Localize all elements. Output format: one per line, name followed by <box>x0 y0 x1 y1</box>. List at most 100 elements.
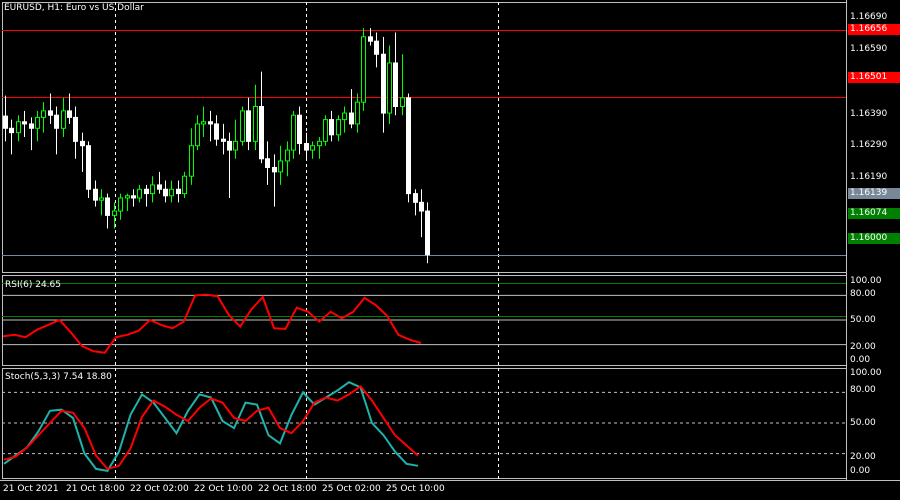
time-axis-label: 21 Oct 18:00 <box>66 484 125 494</box>
rsi-axis-label: 80.00 <box>850 289 876 299</box>
stoch-axis-label: 0.00 <box>850 466 871 476</box>
candle-body <box>73 116 78 142</box>
candle-body <box>387 62 392 114</box>
candle-body <box>406 97 411 195</box>
candle-body <box>355 101 360 125</box>
price-axis-label: 1.16590 <box>850 44 888 54</box>
candle-body <box>157 184 162 190</box>
pane-border <box>2 2 847 273</box>
candle-body <box>137 188 142 199</box>
price-axis-label: 1.16390 <box>850 109 888 119</box>
price-axis-label: 1.16190 <box>850 172 888 182</box>
candle-body <box>189 145 194 177</box>
candle-body <box>16 121 21 134</box>
candle-body <box>195 123 200 147</box>
candle-body <box>163 188 168 197</box>
candle-body <box>317 140 322 147</box>
resistance-price-tag: 1.16501 <box>848 72 900 83</box>
candle-body <box>400 97 405 108</box>
candle-body <box>323 119 328 142</box>
candle-body <box>259 106 264 160</box>
support-price-tag: 1.16000 <box>848 233 900 244</box>
candle-body <box>253 106 258 142</box>
candle-body <box>419 201 424 212</box>
candle-body <box>201 121 206 125</box>
candle-body <box>150 184 155 195</box>
bid-price-tag: 1.16139 <box>848 188 900 199</box>
support-price-tag: 1.16074 <box>848 208 900 219</box>
stoch-axis-label: 80.00 <box>850 385 876 395</box>
candle-body <box>48 110 53 116</box>
stoch-axis-label: 100.00 <box>850 368 882 378</box>
rsi-axis-label: 100.00 <box>850 276 882 286</box>
stoch-axis-label: 50.00 <box>850 418 876 428</box>
candle-body <box>361 36 366 103</box>
price-axis-label: 1.16690 <box>850 12 888 22</box>
candle-body <box>368 36 373 42</box>
candle-body <box>80 140 85 147</box>
candle-body <box>22 121 27 125</box>
candle-body <box>349 112 354 125</box>
rsi-pane[interactable] <box>2 293 846 354</box>
candle-body <box>285 149 290 162</box>
rsi-axis-label: 0.00 <box>850 355 871 365</box>
time-axis-label: 25 Oct 10:00 <box>386 484 445 494</box>
stoch-pane[interactable] <box>2 381 846 473</box>
time-axis-label: 21 Oct 2021 <box>3 484 59 494</box>
candle-body <box>297 114 302 145</box>
chart-title: EURUSD, H1: Euro vs US Dollar <box>4 3 144 13</box>
candle-body <box>118 197 123 212</box>
stoch-title: Stoch(5,3,3) 7.54 18.80 <box>5 372 112 382</box>
time-axis-label: 22 Oct 10:00 <box>194 484 253 494</box>
stoch-main-line <box>3 381 419 473</box>
candle-body <box>425 210 430 256</box>
candle-body <box>214 123 219 140</box>
candle-body <box>208 121 213 125</box>
candle-body <box>265 158 270 168</box>
candle-body <box>99 197 104 201</box>
candle-body <box>240 110 245 142</box>
candle-body <box>112 210 117 216</box>
candle-body <box>125 195 130 199</box>
candle-body <box>41 110 46 118</box>
rsi-title: RSI(6) 24.65 <box>5 280 61 290</box>
time-axis-label: 22 Oct 02:00 <box>130 484 189 494</box>
candle-body <box>246 110 251 142</box>
resistance-price-tag: 1.16656 <box>848 24 900 35</box>
time-axis-label: 25 Oct 02:00 <box>322 484 381 494</box>
price-axis-label: 1.16290 <box>850 140 888 150</box>
candle-body <box>221 138 226 142</box>
rsi-axis-label: 50.00 <box>850 315 876 325</box>
candles-group[interactable] <box>3 28 430 264</box>
candle-body <box>304 143 309 151</box>
candle-body <box>3 115 8 129</box>
vertical-grid-lines <box>115 2 499 480</box>
rsi-line <box>2 293 422 354</box>
candle-body <box>393 62 398 108</box>
candle-body <box>227 140 232 151</box>
stoch-signal-line <box>3 384 419 471</box>
candle-body <box>131 195 136 199</box>
candle-body <box>336 119 341 136</box>
candle-body <box>374 40 379 55</box>
candle-body <box>9 127 14 134</box>
candle-body <box>381 53 386 114</box>
candle-body <box>342 112 347 121</box>
candle-body <box>35 116 40 129</box>
candle-body <box>291 114 296 151</box>
rsi-axis-label: 20.00 <box>850 342 876 352</box>
candle-body <box>413 193 418 203</box>
candle-body <box>233 140 238 151</box>
candle-body <box>93 188 98 201</box>
chart-canvas[interactable] <box>0 0 900 500</box>
candle-body <box>310 145 315 151</box>
candle-body <box>272 166 277 173</box>
candle-body <box>105 197 110 216</box>
candle-body <box>176 188 181 195</box>
time-axis-label: 22 Oct 18:00 <box>258 484 317 494</box>
candle-body <box>169 188 174 197</box>
candle-body <box>29 123 34 129</box>
price-levels <box>2 30 846 317</box>
candle-body <box>86 145 91 190</box>
candle-body <box>61 110 66 129</box>
